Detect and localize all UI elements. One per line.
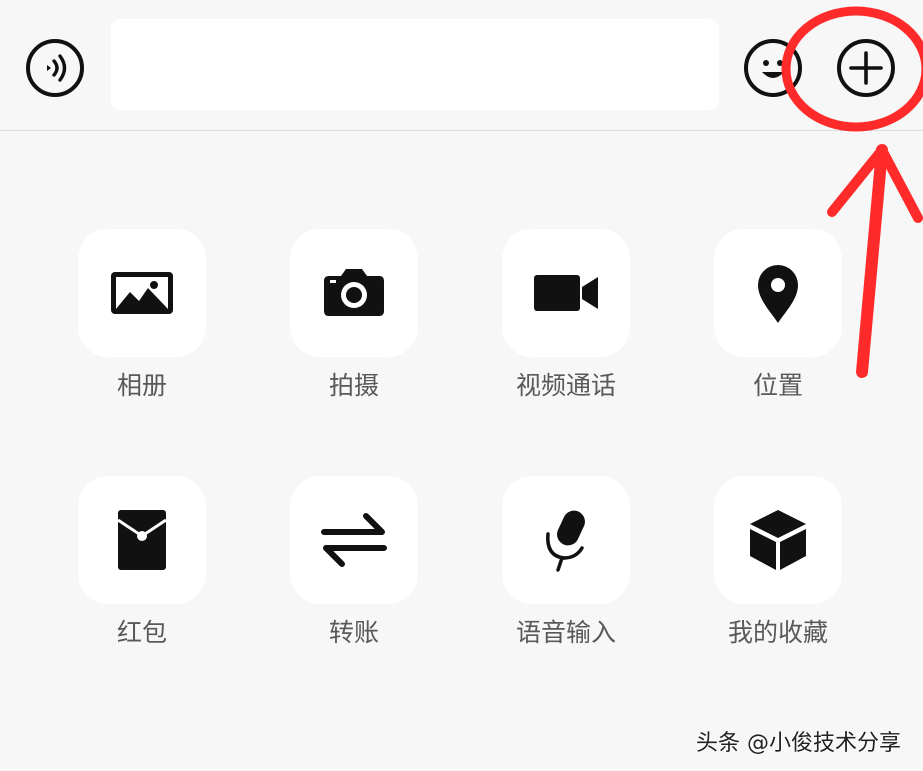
transfer-icon [321,513,387,567]
red-packet-icon [117,510,167,570]
video-call-tile[interactable] [502,229,630,357]
more-functions-panel: 相册 拍摄 视频通话 位置 红包 转账 语音输入 我的收藏 [0,131,923,771]
voice-input-tile[interactable] [502,476,630,604]
voice-input-label: 语音输入 [515,618,616,647]
album-tile[interactable] [78,229,206,357]
photo-icon [111,272,173,314]
location-icon [758,265,798,323]
transfer-tile[interactable] [290,476,418,604]
microphone-icon [546,510,585,572]
emoji-icon [762,60,784,78]
camera-icon [324,269,384,316]
camera-tile[interactable] [290,229,418,357]
location-tile[interactable] [714,229,842,357]
transfer-label: 转账 [328,618,379,647]
video-call-label: 视频通话 [515,371,616,400]
camera-label: 拍摄 [328,371,379,400]
more-functions-button[interactable] [837,39,895,97]
voice-button[interactable] [26,39,84,97]
message-input[interactable] [111,19,719,110]
location-label: 位置 [752,371,803,400]
favorites-tile[interactable] [714,476,842,604]
favorites-label: 我的收藏 [727,618,828,647]
emoji-button[interactable] [744,39,802,97]
favorites-icon [750,510,806,570]
album-label: 相册 [116,371,167,400]
video-call-icon [534,275,598,311]
red-packet-label: 红包 [116,618,167,647]
voice-icon [47,54,67,82]
watermark: 头条 @小俊技术分享 [696,731,901,756]
red-packet-tile[interactable] [78,476,206,604]
chat-input-bar [0,0,923,131]
plus-icon [849,51,883,85]
